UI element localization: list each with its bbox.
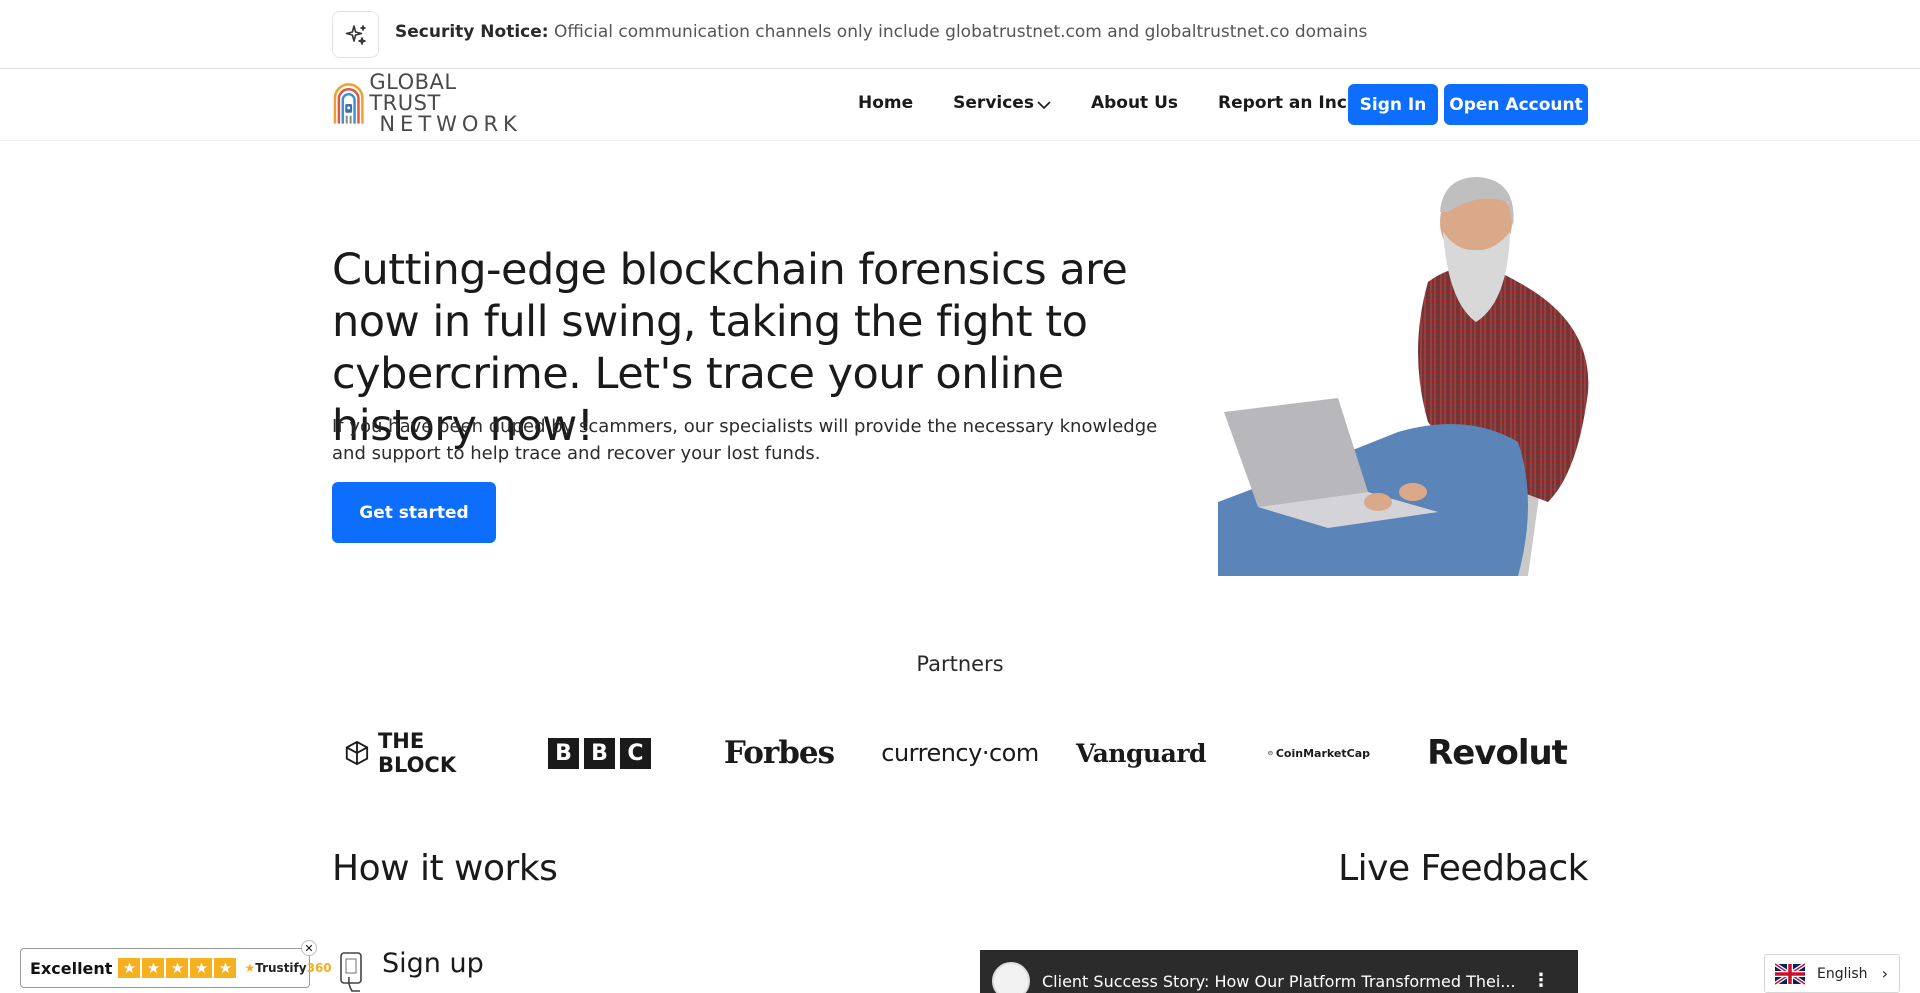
nav-home[interactable]: Home <box>858 93 913 113</box>
partner-the-block-label: THE BLOCK <box>377 729 457 777</box>
trust-stars: ★ ★ ★ ★ ★ <box>118 958 238 978</box>
feedback-video-player[interactable]: Client Success Story: How Our Platform T… <box>980 950 1578 993</box>
video-title[interactable]: Client Success Story: How Our Platform T… <box>1042 972 1522 991</box>
chevron-right-icon: › <box>1881 964 1888 983</box>
nav-services-label: Services <box>953 93 1034 113</box>
trustify-rating-widget[interactable]: Excellent ★ ★ ★ ★ ★ ★Trustify360 <box>20 948 332 988</box>
logo-line-1: GLOBAL TRUST <box>369 69 457 115</box>
get-started-button[interactable]: Get started <box>332 482 496 543</box>
security-notice-label: Security Notice: <box>395 22 549 42</box>
language-selector[interactable]: English › <box>1764 954 1900 993</box>
star-icon: ★ <box>214 958 237 978</box>
logo-mark-icon <box>333 83 364 124</box>
partner-logo-vanguard: Vanguard <box>1076 738 1206 768</box>
sparkle-icon <box>332 11 379 58</box>
trustify-brand-prefix: Trustify <box>255 961 307 975</box>
partner-logo-the-block: THE BLOCK <box>344 729 500 777</box>
how-it-works-title: How it works <box>332 848 558 889</box>
main-nav: Home Services About Us Report an Inciden… <box>858 93 1397 113</box>
trustify-star-icon: ★ <box>244 961 256 975</box>
partner-logo-bbc: BBC <box>548 733 656 773</box>
partner-logo-forbes: Forbes <box>723 735 835 771</box>
live-feedback-title: Live Feedback <box>1338 848 1588 889</box>
sign-in-button[interactable]: Sign In <box>1348 84 1438 125</box>
logo-line-2: NETWORK <box>379 111 522 136</box>
trustify-brand-suffix: 360 <box>306 961 332 975</box>
sign-up-phone-icon <box>340 952 362 992</box>
star-icon: ★ <box>142 958 165 978</box>
bbc-letter-c: C <box>620 737 651 769</box>
partner-coinmarketcap-label: CoinMarketCap <box>1275 746 1370 760</box>
partner-logo-revolut: Revolut <box>1427 733 1568 773</box>
partners-title: Partners <box>916 652 1004 676</box>
nav-about-us[interactable]: About Us <box>1091 93 1178 113</box>
hero-subtitle: If you have been duped by scammers, our … <box>332 416 1158 464</box>
star-icon: ★ <box>118 958 141 978</box>
the-block-cube-icon <box>345 740 369 766</box>
trustify-brand: ★Trustify360 <box>244 961 331 975</box>
bbc-letter-b1: B <box>548 737 579 769</box>
security-notice-bar: Security Notice: Official communication … <box>0 0 1920 69</box>
language-label: English <box>1817 965 1868 982</box>
hero-man-with-laptop-image <box>1218 177 1589 576</box>
open-account-button[interactable]: Open Account <box>1444 84 1588 125</box>
security-notice-text: Security Notice: Official communication … <box>395 22 1367 42</box>
partner-logo-currency-com: currency·com <box>881 739 1039 767</box>
more-options-icon[interactable]: ⋮ <box>1532 970 1550 991</box>
site-logo[interactable]: GLOBAL TRUST NETWORK <box>332 71 532 134</box>
coinmarketcap-icon <box>1268 750 1273 756</box>
star-icon: ★ <box>166 958 189 978</box>
step-sign-up-label: Sign up <box>382 948 484 979</box>
trust-rating-label: Excellent <box>30 958 113 978</box>
close-icon[interactable]: ✕ <box>301 940 317 956</box>
nav-services[interactable]: Services <box>953 93 1051 113</box>
partner-logo-coinmarketcap: CoinMarketCap <box>1268 733 1370 773</box>
star-icon: ★ <box>190 958 213 978</box>
logo-text: GLOBAL TRUST NETWORK <box>369 69 532 136</box>
uk-flag-icon <box>1775 962 1805 985</box>
bbc-letter-b2: B <box>584 737 615 769</box>
channel-avatar <box>992 962 1030 993</box>
security-notice-message: Official communication channels only inc… <box>548 22 1368 42</box>
site-header: GLOBAL TRUST NETWORK Home Services About… <box>0 69 1920 141</box>
chevron-down-icon <box>1037 100 1051 109</box>
